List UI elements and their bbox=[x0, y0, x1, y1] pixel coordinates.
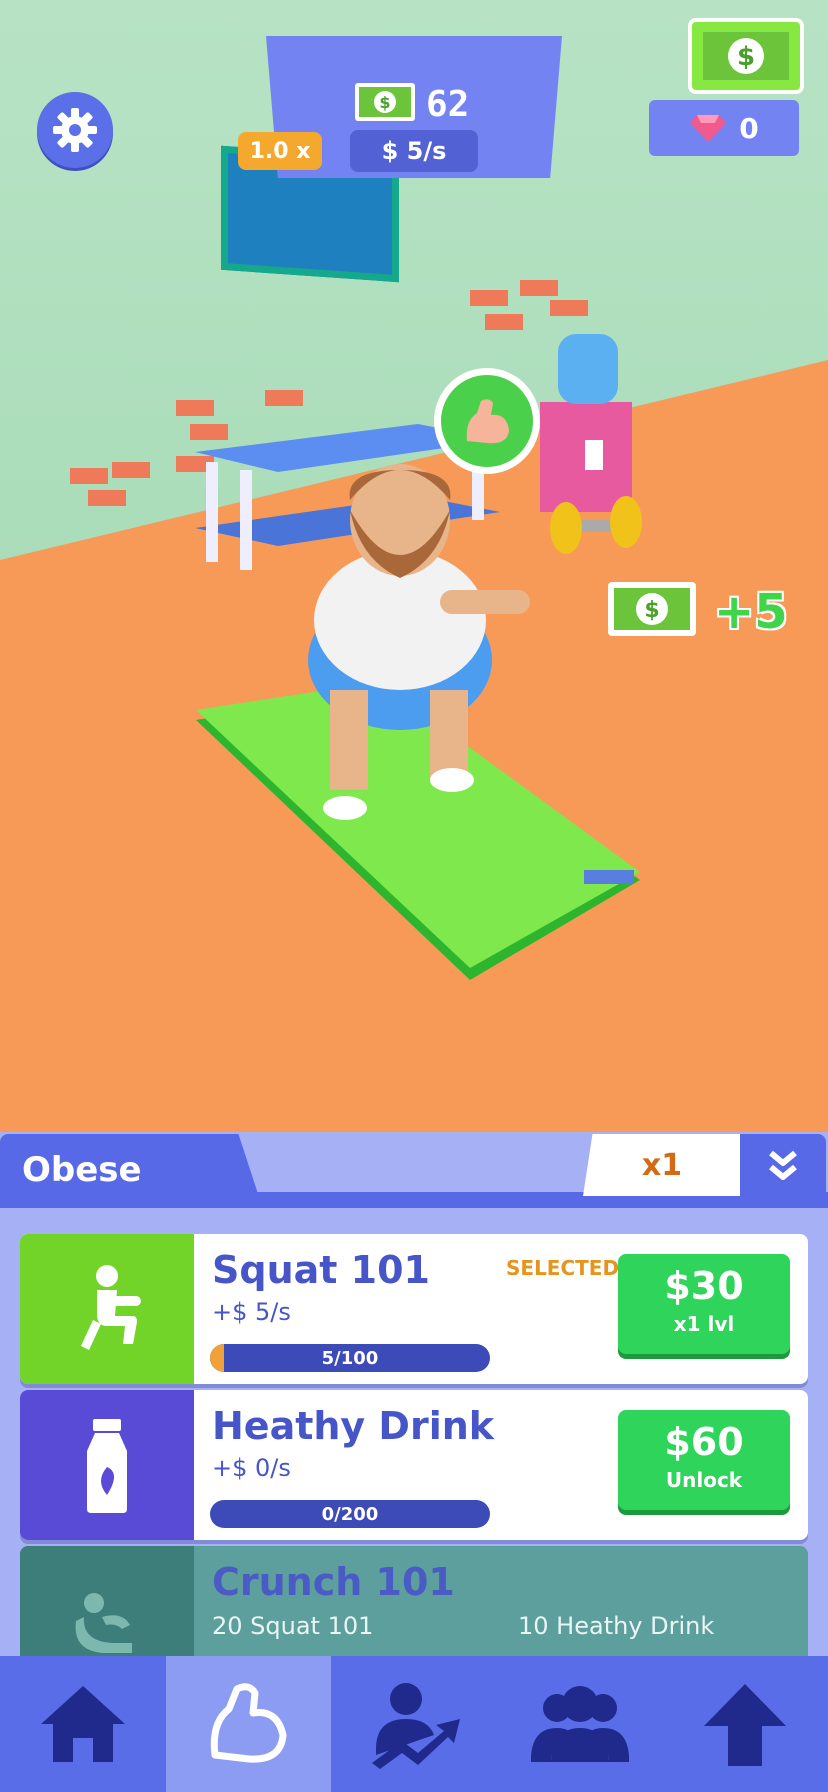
user-growth-icon bbox=[371, 1683, 460, 1769]
buy-multiplier-toggle[interactable]: x1 bbox=[583, 1134, 741, 1196]
gem-amount: 0 bbox=[739, 111, 759, 145]
milk-bottle-icon bbox=[87, 1419, 127, 1513]
flexed-arm-icon bbox=[441, 375, 533, 467]
hud-cash: $ 62 bbox=[354, 82, 469, 126]
water-cooler bbox=[540, 334, 632, 512]
workout-progress-bar: 5/100 bbox=[210, 1344, 490, 1372]
crunch-icon bbox=[75, 1593, 132, 1653]
workout-thumb bbox=[20, 1390, 194, 1540]
upgrade-price: $30 bbox=[664, 1264, 744, 1308]
group-icon bbox=[530, 1686, 629, 1762]
nav-character[interactable] bbox=[331, 1656, 497, 1792]
dollar-bill-icon: $ bbox=[354, 82, 416, 126]
floating-reward: +5 bbox=[714, 584, 788, 640]
dollar-bill-icon: $ bbox=[703, 32, 789, 80]
progress-text: 0/200 bbox=[321, 1503, 379, 1525]
workout-list[interactable]: Squat 101 +$ 5/s SELECTED 5/100 $30 x1 l… bbox=[0, 1208, 828, 1658]
chevron-double-down-icon bbox=[769, 1150, 797, 1180]
svg-text:$: $ bbox=[737, 42, 755, 72]
workout-thumb bbox=[20, 1546, 194, 1658]
income-multiplier: 1.0 x bbox=[238, 132, 322, 170]
workout-rate: +$ 0/s bbox=[212, 1454, 291, 1482]
cash-amount: 62 bbox=[426, 83, 470, 125]
category-tab[interactable]: Obese bbox=[0, 1134, 262, 1206]
category-label: Obese bbox=[22, 1150, 142, 1190]
bottom-nav bbox=[0, 1656, 828, 1792]
gem-counter[interactable]: 0 bbox=[649, 100, 799, 156]
squat-icon bbox=[81, 1265, 141, 1350]
nav-workouts[interactable] bbox=[165, 1656, 332, 1792]
workout-title: Squat 101 bbox=[212, 1248, 430, 1292]
workout-title: Crunch 101 bbox=[212, 1560, 455, 1604]
workout-rate: +$ 5/s bbox=[212, 1298, 291, 1326]
workout-title: Heathy Drink bbox=[212, 1404, 495, 1448]
workout-thumb bbox=[20, 1234, 194, 1384]
workout-card-heathy-drink[interactable]: Heathy Drink +$ 0/s 0/200 $60 Unlock bbox=[20, 1390, 808, 1540]
nav-upgrades[interactable] bbox=[662, 1656, 828, 1792]
requirement-1: 20 Squat 101 bbox=[212, 1612, 374, 1640]
requirement-2: 10 Heathy Drink bbox=[518, 1612, 715, 1640]
home-icon bbox=[40, 1686, 125, 1762]
gear-icon bbox=[53, 108, 97, 152]
workout-card-crunch-locked[interactable]: Crunch 101 20 Squat 101 10 Heathy Drink bbox=[20, 1546, 808, 1658]
workout-progress-bar: 0/200 bbox=[210, 1500, 490, 1528]
svg-text:$: $ bbox=[644, 598, 659, 623]
dollar-bill-icon: $ bbox=[606, 580, 698, 642]
settings-button[interactable] bbox=[37, 92, 113, 168]
unlock-action: Unlock bbox=[665, 1468, 743, 1492]
flexed-arm-icon bbox=[211, 1683, 287, 1763]
nav-home[interactable] bbox=[0, 1656, 166, 1792]
workout-card-squat[interactable]: Squat 101 +$ 5/s SELECTED 5/100 $30 x1 l… bbox=[20, 1234, 808, 1384]
arrow-up-icon bbox=[704, 1684, 787, 1766]
cash-shop-button[interactable]: $ bbox=[688, 18, 804, 94]
collapse-panel-button[interactable] bbox=[740, 1134, 826, 1196]
flex-bubble[interactable] bbox=[434, 368, 540, 474]
nav-friends[interactable] bbox=[497, 1656, 663, 1792]
upgrade-action: x1 lvl bbox=[673, 1312, 735, 1336]
progress-text: 5/100 bbox=[321, 1347, 379, 1369]
gem-icon bbox=[690, 115, 727, 142]
income-rate: $ 5/s bbox=[350, 130, 478, 172]
unlock-price: $60 bbox=[664, 1420, 744, 1464]
unlock-button[interactable]: $60 Unlock bbox=[618, 1410, 790, 1510]
upgrade-button[interactable]: $30 x1 lvl bbox=[618, 1254, 790, 1354]
svg-text:$: $ bbox=[379, 93, 390, 112]
selected-badge: SELECTED bbox=[506, 1256, 620, 1280]
